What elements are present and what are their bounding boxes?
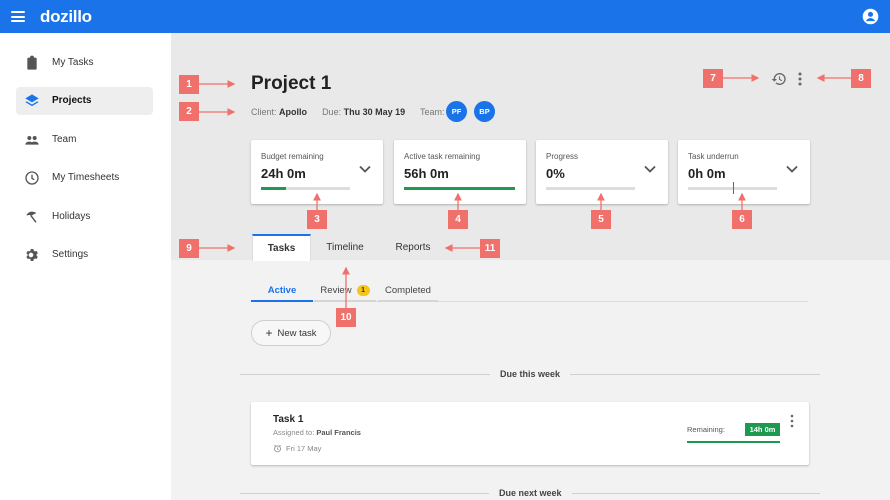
layers-icon: [25, 94, 39, 107]
subtab-review[interactable]: Review 1: [314, 280, 376, 302]
progress-bar: [546, 187, 635, 190]
annotation-marker: 8: [851, 69, 871, 88]
new-task-label: New task: [277, 327, 317, 339]
sidebar-item-my-tasks[interactable]: My Tasks: [16, 49, 153, 77]
sidebar-item-projects[interactable]: Projects: [16, 87, 153, 115]
annotation-marker: 3: [307, 210, 327, 229]
card-value: 0h 0m: [688, 166, 726, 181]
task-date-value: Fri 17 May: [286, 444, 322, 453]
task-card[interactable]: Task 1 Assigned to: Paul Francis Fri 17 …: [251, 402, 809, 465]
budget-progress-bar: [261, 187, 350, 190]
client-value: Apollo: [279, 107, 308, 117]
section-heading-next-week: Due next week: [489, 488, 572, 498]
budget-remaining-card[interactable]: Budget remaining 24h 0m: [251, 140, 383, 204]
task-remaining-bar: [687, 441, 780, 443]
annotation-marker: 5: [591, 210, 611, 229]
card-value: 56h 0m: [404, 166, 449, 181]
subtab-completed[interactable]: Completed: [378, 280, 438, 302]
remaining-value-badge: 14h 0m: [745, 423, 780, 436]
beach-icon: [26, 211, 37, 223]
annotation-marker: 7: [703, 69, 723, 88]
sidebar-item-label: Projects: [52, 95, 92, 106]
more-vert-icon[interactable]: [795, 71, 805, 87]
sidebar-item-team[interactable]: Team: [16, 126, 153, 154]
client-label: Client:: [251, 107, 277, 117]
task-assignee: Assigned to: Paul Francis: [273, 428, 361, 437]
sidebar-item-holidays[interactable]: Holidays: [16, 203, 153, 231]
more-vert-icon[interactable]: [788, 414, 796, 428]
chevron-down-icon[interactable]: [786, 165, 798, 173]
sidebar-item-label: My Tasks: [52, 57, 94, 68]
card-label: Budget remaining: [261, 152, 324, 161]
assigned-label: Assigned to:: [273, 428, 315, 437]
annotation-marker: 9: [179, 239, 199, 258]
card-label: Task underrun: [688, 152, 739, 161]
assigned-value: Paul Francis: [316, 428, 361, 437]
card-value: 0%: [546, 166, 565, 181]
menu-icon[interactable]: [11, 11, 25, 22]
tab-reports[interactable]: Reports: [384, 234, 442, 261]
alarm-icon: [273, 444, 282, 453]
card-value: 24h 0m: [261, 166, 306, 181]
clipboard-icon: [27, 55, 37, 70]
active-task-progress-bar: [404, 187, 515, 190]
sidebar-item-label: My Timesheets: [52, 172, 120, 183]
annotation-marker: 11: [480, 239, 500, 258]
sidebar-item-settings[interactable]: Settings: [16, 241, 153, 269]
tab-timeline[interactable]: Timeline: [315, 234, 375, 261]
subtab-active[interactable]: Active: [251, 280, 313, 302]
tab-tasks[interactable]: Tasks: [252, 234, 311, 261]
app-logo[interactable]: dozillo: [40, 7, 92, 27]
due-value: Thu 30 May 19: [343, 107, 406, 117]
chevron-down-icon[interactable]: [644, 165, 656, 173]
annotation-marker: 6: [732, 210, 752, 229]
clock-icon: [25, 171, 39, 185]
due-label: Due:: [322, 107, 342, 117]
account-icon[interactable]: [862, 8, 879, 25]
sidebar-item-label: Settings: [52, 249, 89, 260]
sidebar: My Tasks Projects Team My Timesheets Hol…: [0, 33, 171, 500]
history-icon[interactable]: [771, 71, 787, 87]
subtab-label: Review: [320, 284, 352, 296]
active-task-remaining-card: Active task remaining 56h 0m: [394, 140, 526, 204]
page-title: Project 1: [251, 73, 332, 94]
task-title[interactable]: Task 1: [273, 414, 303, 425]
plus-icon: +: [265, 326, 273, 340]
team-label: Team:: [419, 107, 445, 117]
chevron-down-icon[interactable]: [359, 165, 371, 173]
review-count-badge: 1: [356, 284, 370, 296]
annotation-marker: 10: [336, 308, 356, 327]
sidebar-item-my-timesheets[interactable]: My Timesheets: [16, 164, 153, 192]
section-heading-this-week: Due this week: [490, 369, 571, 379]
task-underrun-card[interactable]: Task underrun 0h 0m: [678, 140, 810, 204]
top-app-bar: dozillo: [0, 0, 890, 33]
avatar[interactable]: BP: [474, 101, 495, 122]
avatar[interactable]: PF: [446, 101, 467, 122]
sidebar-item-label: Holidays: [52, 211, 91, 222]
new-task-button[interactable]: + New task: [251, 320, 331, 346]
annotation-marker: 1: [179, 75, 199, 94]
annotation-marker: 4: [448, 210, 468, 229]
progress-card[interactable]: Progress 0%: [536, 140, 668, 204]
underrun-marker: [732, 182, 734, 194]
people-icon: [25, 136, 39, 145]
card-label: Active task remaining: [404, 152, 481, 161]
annotation-marker: 2: [179, 102, 199, 121]
project-meta: Client: Apollo Due: Thu 30 May 19 Team:: [251, 107, 445, 117]
task-due-date: Fri 17 May: [273, 444, 321, 453]
card-label: Progress: [546, 152, 579, 161]
gear-icon: [26, 249, 38, 261]
sidebar-item-label: Team: [52, 134, 77, 145]
remaining-label: Remaining:: [687, 425, 725, 434]
